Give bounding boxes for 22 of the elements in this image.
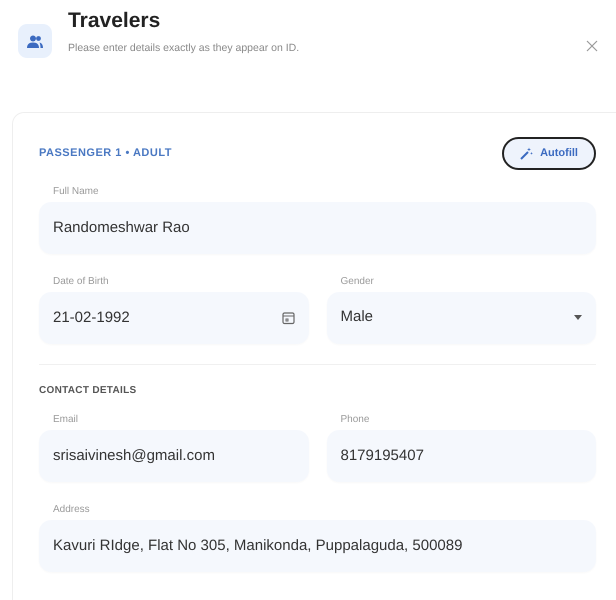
field-label: Phone <box>340 412 370 426</box>
dialog-subtitle: Please enter details exactly as they appear on ID. <box>68 41 300 56</box>
close-icon[interactable] <box>586 40 598 52</box>
section-heading: CONTACT DETAILS <box>39 384 138 398</box>
caret-icon <box>574 315 582 320</box>
field-label: Date of Birth <box>53 274 109 288</box>
input-field[interactable]: Randomeshwar Rao <box>39 202 596 254</box>
people-icon <box>18 24 52 58</box>
field-label: Address <box>53 502 90 516</box>
dialog-title: Travelers <box>68 8 162 34</box>
input-field[interactable]: srisaivinesh@gmail.com <box>39 430 308 482</box>
input-field[interactable]: 8179195407 <box>326 430 596 482</box>
input-field[interactable]: Kavuri RIdge, Flat No 305, Manikonda, Puppalaguda, 500089 <box>39 520 596 572</box>
field-label: Email <box>53 412 78 426</box>
autofill-button[interactable]: Autofill <box>502 137 596 170</box>
field-label: Gender <box>340 274 374 288</box>
section-heading: PASSENGER 1 • ADULT <box>39 146 172 161</box>
date-field[interactable]: 21-02-1992 <box>39 292 308 344</box>
magic-wand-icon <box>520 146 534 160</box>
gender-select[interactable]: Male <box>326 292 596 344</box>
calendar-icon[interactable] <box>282 311 294 324</box>
field-label: Full Name <box>53 184 99 198</box>
